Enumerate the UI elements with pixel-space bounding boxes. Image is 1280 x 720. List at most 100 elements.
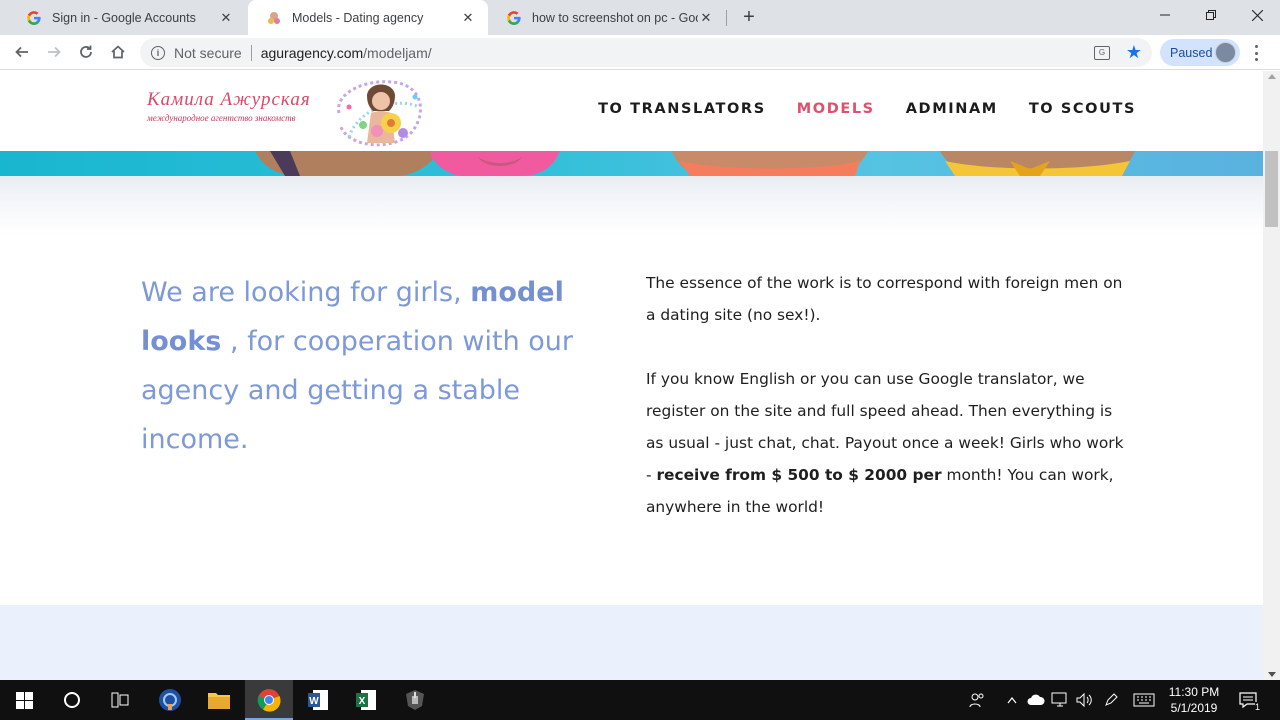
- url-host: aguragency.com: [260, 44, 364, 61]
- forward-arrow-icon: [48, 46, 61, 58]
- clock-date: 5/1/2019: [1170, 701, 1218, 715]
- close-icon[interactable]: ✕: [698, 10, 714, 26]
- logo-emblem-icon: [337, 80, 422, 147]
- app-blue-icon: [159, 689, 181, 711]
- action-center-button[interactable]: 1: [1236, 680, 1260, 720]
- taskbar-word[interactable]: W: [294, 680, 342, 720]
- show-hidden-icons-button[interactable]: [1002, 680, 1022, 720]
- pen-icon: [1105, 693, 1118, 706]
- network-icon: [1051, 692, 1067, 707]
- info-icon[interactable]: i: [151, 45, 165, 60]
- browser-toolbar: i Not secure aguragency.com/modeljam/ G …: [0, 35, 1280, 70]
- svg-text:X: X: [359, 696, 366, 707]
- reload-button[interactable]: [74, 40, 98, 64]
- speaker-icon: [1076, 692, 1092, 708]
- logo-tagline: международное агентство знакомств: [147, 113, 296, 123]
- back-button[interactable]: [10, 40, 34, 64]
- description-earnings: receive from $ 500 to $ 2000 per: [656, 466, 942, 484]
- notification-count: 1: [1254, 702, 1260, 712]
- google-g-icon: [26, 10, 42, 26]
- word-icon: W: [308, 690, 328, 710]
- chevron-up-icon: [1007, 697, 1017, 704]
- url-path: /modeljam/: [363, 44, 432, 61]
- restore-icon: [1206, 10, 1216, 20]
- new-tab-button[interactable]: +: [737, 5, 761, 29]
- site-logo[interactable]: Камила Ажурская международное агентство …: [147, 77, 437, 147]
- taskbar-tanks[interactable]: [391, 680, 439, 720]
- banner-shadow: [0, 176, 1263, 236]
- touch-keyboard-button[interactable]: [1130, 680, 1158, 720]
- nav-models[interactable]: MODELS: [797, 101, 875, 117]
- chrome-icon: [257, 689, 281, 712]
- back-arrow-icon: [15, 46, 28, 58]
- close-icon: [1251, 9, 1263, 21]
- description-paragraph-1: The essence of the work is to correspond…: [646, 274, 1123, 324]
- address-bar[interactable]: i Not secure aguragency.com/modeljam/ G …: [140, 38, 1152, 67]
- tab-models[interactable]: Models - Dating agency ✕: [248, 0, 488, 35]
- tab-google-accounts[interactable]: Sign in - Google Accounts ✕: [8, 0, 246, 35]
- keyboard-icon: [1133, 693, 1155, 707]
- forward-button[interactable]: [42, 40, 66, 64]
- people-button[interactable]: [965, 680, 989, 720]
- home-icon: [111, 45, 125, 59]
- file-explorer-icon: [208, 693, 230, 709]
- tab-title: Models - Dating agency: [292, 10, 424, 25]
- translate-icon[interactable]: G: [1094, 45, 1110, 60]
- bookmark-star-icon[interactable]: ★: [1126, 42, 1142, 63]
- banner-photo: [255, 151, 1135, 176]
- page-scrollbar[interactable]: [1263, 71, 1280, 680]
- profile-status: Paused: [1170, 45, 1213, 60]
- site-icon: [266, 10, 282, 26]
- nav-to-translators[interactable]: TO TRANSLATORS: [598, 101, 766, 117]
- page-viewport: Камила Ажурская международное агентство …: [0, 71, 1263, 680]
- taskbar-app-1[interactable]: [146, 680, 194, 720]
- svg-text:W: W: [309, 696, 319, 707]
- close-icon[interactable]: ✕: [460, 10, 476, 26]
- hero-banner-image: [0, 151, 1263, 176]
- windows-start-icon: [15, 691, 33, 709]
- avatar: [1215, 42, 1236, 63]
- scrollbar-thumb[interactable]: [1265, 151, 1278, 227]
- google-g-icon: [506, 10, 522, 26]
- minimize-icon: [1160, 14, 1170, 16]
- scroll-down-icon[interactable]: [1268, 672, 1276, 677]
- next-section-band: [0, 605, 1263, 680]
- start-button[interactable]: [0, 680, 48, 720]
- tab-google-search[interactable]: how to screenshot on pc - Googl ✕: [488, 0, 726, 35]
- close-icon[interactable]: ✕: [218, 10, 234, 26]
- description-paragraph-2: If you know English or you can use Googl…: [646, 363, 1126, 523]
- people-icon: [969, 693, 984, 708]
- windows-taskbar: W X 11:30 PM 5/1/2019 1: [0, 680, 1280, 720]
- nav-adminam[interactable]: ADMINAM: [906, 101, 998, 117]
- profile-button[interactable]: Paused: [1160, 39, 1240, 66]
- task-view-icon: [111, 692, 129, 708]
- volume-button[interactable]: [1073, 680, 1095, 720]
- network-button[interactable]: [1049, 680, 1071, 720]
- address-divider: [250, 44, 252, 61]
- lead-heading: We are looking for girls, model looks , …: [141, 268, 611, 464]
- task-view-button[interactable]: [96, 680, 144, 720]
- logo-name: Камила Ажурская: [147, 89, 311, 110]
- browser-menu-icon[interactable]: [1248, 43, 1264, 63]
- pen-workspace-button[interactable]: [1100, 680, 1122, 720]
- lead-text-1: We are looking for girls,: [141, 277, 471, 308]
- home-button[interactable]: [106, 40, 130, 64]
- nav-to-scouts[interactable]: TO SCOUTS: [1029, 101, 1136, 117]
- scroll-up-icon[interactable]: [1268, 74, 1276, 79]
- reload-icon: [80, 45, 92, 58]
- taskbar-excel[interactable]: X: [342, 680, 390, 720]
- cloud-icon: [1027, 694, 1045, 705]
- minimize-button[interactable]: [1142, 0, 1188, 30]
- onedrive-button[interactable]: [1025, 680, 1047, 720]
- browser-tab-bar: Sign in - Google Accounts ✕ Models - Dat…: [0, 0, 1280, 35]
- main-nav: TO TRANSLATORS MODELS ADMINAM TO SCOUTS: [598, 101, 1136, 117]
- site-header: Камила Ажурская международное агентство …: [0, 71, 1263, 151]
- restore-button[interactable]: [1188, 0, 1234, 30]
- close-window-button[interactable]: [1234, 0, 1280, 30]
- tab-title: Sign in - Google Accounts: [52, 10, 196, 25]
- cortana-button[interactable]: [48, 680, 96, 720]
- tab-separator: [726, 10, 727, 26]
- taskbar-chrome[interactable]: [245, 680, 293, 720]
- taskbar-file-explorer[interactable]: [195, 680, 243, 720]
- system-clock[interactable]: 11:30 PM 5/1/2019: [1162, 684, 1226, 716]
